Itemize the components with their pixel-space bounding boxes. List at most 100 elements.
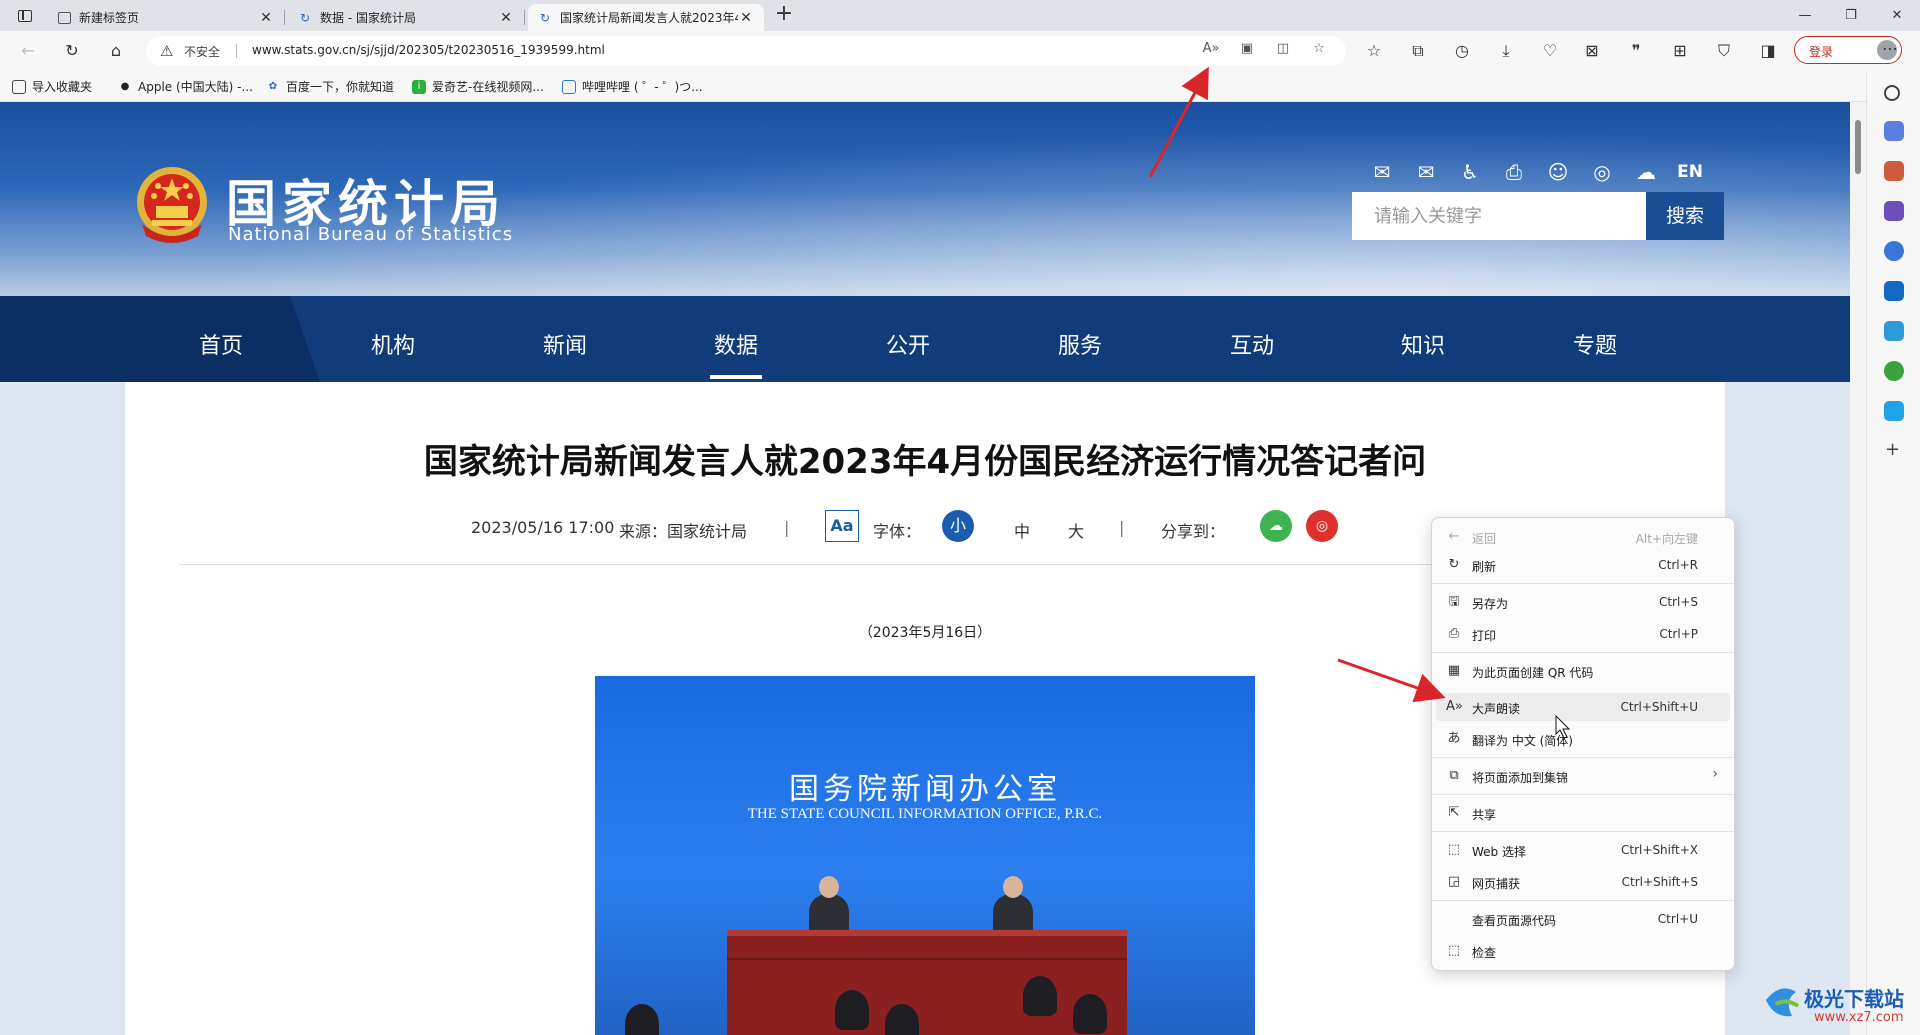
divider — [236, 44, 237, 58]
nav-item-news[interactable]: 新闻 — [515, 328, 615, 360]
shopping-icon[interactable] — [1884, 121, 1904, 141]
add-favorite-icon[interactable]: ☆ — [1308, 41, 1330, 61]
app-available-icon[interactable]: ▣ — [1236, 41, 1258, 61]
security-label[interactable]: 不安全 — [184, 43, 220, 60]
sidebar-toggle-icon[interactable]: ◨ — [1756, 39, 1780, 63]
restore-button[interactable]: ❐ — [1828, 0, 1874, 31]
menu-item-print[interactable]: ⎙ 打印 Ctrl+P — [1436, 620, 1730, 648]
menu-item-web-capture[interactable]: ◲ 网页捕获 Ctrl+Shift+S — [1436, 868, 1730, 896]
tab-new-tab[interactable]: 新建标签页 ✕ — [48, 4, 285, 31]
favorite-label: Apple (中国大陆) -... — [138, 80, 253, 94]
extensions-icon[interactable]: ⊞ — [1668, 39, 1692, 63]
page-scrollbar[interactable] — [1850, 102, 1866, 1035]
tools-icon[interactable] — [1884, 161, 1904, 181]
font-size-medium[interactable]: 中 — [1014, 518, 1030, 542]
login-label: 登录 — [1809, 45, 1834, 59]
minimize-button[interactable]: — — [1782, 0, 1828, 31]
favorite-apple[interactable]: ● Apple (中国大陆) -... — [118, 78, 253, 95]
nav-item-interact[interactable]: 互动 — [1202, 328, 1302, 360]
outlook-icon[interactable] — [1884, 281, 1904, 301]
site-search-input[interactable] — [1352, 192, 1646, 240]
menu-item-view-source[interactable]: 查看页面源代码 Ctrl+U — [1436, 905, 1730, 933]
scrollbar-thumb[interactable] — [1855, 120, 1861, 174]
read-aloud-icon[interactable]: A» — [1200, 41, 1222, 61]
office-icon[interactable] — [1884, 241, 1904, 261]
address-bar[interactable]: ⚠ 不安全 www.stats.gov.cn/sj/sjjd/202305/t2… — [146, 36, 1346, 66]
edge-sidebar: + — [1866, 71, 1920, 1035]
menu-item-add-to-collections[interactable]: ⧉ 将页面添加到集锦 › — [1436, 762, 1730, 790]
language-en-link[interactable]: EN — [1676, 162, 1704, 182]
favorite-bilibili[interactable]: 哔哩哔哩 ( ゜- ゜)つ... — [562, 78, 703, 95]
weibo-share-icon[interactable]: ◎ — [1306, 510, 1338, 542]
browser-essentials-icon[interactable]: ⛉ — [1712, 39, 1736, 63]
import-icon — [12, 79, 26, 94]
drop-icon[interactable] — [1884, 321, 1904, 341]
nav-item-org[interactable]: 机构 — [343, 328, 443, 360]
tab-data-stats[interactable]: ↻ 数据 - 国家统计局 ✕ — [288, 4, 525, 31]
nav-item-knowledge[interactable]: 知识 — [1373, 328, 1473, 360]
menu-item-qr-code[interactable]: ▦ 为此页面创建 QR 代码 — [1436, 657, 1730, 685]
menu-item-inspect[interactable]: ⬚ 检查 — [1436, 937, 1730, 965]
mail-icon[interactable]: ✉ — [1368, 160, 1396, 184]
downloads-icon[interactable]: ⤓ — [1494, 39, 1518, 63]
nav-item-public[interactable]: 公开 — [858, 328, 958, 360]
favorite-iqiyi[interactable]: i 爱奇艺-在线视频网... — [412, 78, 544, 95]
home-button[interactable]: ⌂ — [104, 39, 128, 63]
wechat-share-icon[interactable]: ☁ — [1260, 510, 1292, 542]
font-size-small[interactable]: 小 — [942, 510, 974, 542]
nav-item-data[interactable]: 数据 — [686, 328, 786, 360]
close-icon[interactable]: ✕ — [738, 10, 754, 26]
close-icon[interactable]: ✕ — [258, 10, 274, 26]
collections-icon[interactable]: ⧉ — [1406, 39, 1430, 63]
close-window-button[interactable]: ✕ — [1874, 0, 1920, 31]
games-icon[interactable] — [1884, 201, 1904, 221]
warning-icon[interactable]: ⚠ — [160, 42, 173, 60]
mail-send-icon[interactable]: ✉ — [1412, 160, 1440, 184]
tab-actions-icon[interactable] — [10, 6, 38, 26]
menu-item-back[interactable]: ← 返回 Alt+向左键 — [1436, 523, 1730, 551]
bilibili-sidebar-icon[interactable] — [1884, 401, 1904, 421]
tab-article[interactable]: ↻ 国家统计局新闻发言人就2023年4 ✕ — [528, 4, 764, 31]
favorites-icon[interactable]: ☆ — [1362, 39, 1386, 63]
national-emblem-icon[interactable] — [134, 164, 210, 244]
new-tab-button[interactable]: + — [772, 3, 796, 27]
menu-item-web-select[interactable]: ⬚ Web 选择 Ctrl+Shift+X — [1436, 836, 1730, 864]
math-solver-icon[interactable]: ⊠ — [1580, 39, 1604, 63]
inspect-icon: ⬚ — [1447, 943, 1461, 958]
robot-icon[interactable]: ☺ — [1544, 160, 1572, 184]
wechat-icon[interactable]: ☁ — [1632, 160, 1660, 184]
print-icon[interactable]: ⎙ — [1500, 160, 1528, 184]
qr-code-icon: ▦ — [1447, 663, 1461, 678]
quote-icon[interactable]: ❞ — [1624, 39, 1648, 63]
read-aloud-icon: A» — [1446, 699, 1463, 714]
more-icon[interactable]: ⋯ — [1882, 39, 1898, 58]
add-sidebar-app-icon[interactable]: + — [1885, 439, 1900, 460]
history-icon[interactable]: ◷ — [1450, 39, 1474, 63]
weibo-icon[interactable]: ◎ — [1588, 160, 1616, 184]
menu-item-label: 共享 — [1472, 808, 1497, 822]
nav-item-home[interactable]: 首页 — [171, 328, 271, 360]
nav-item-topics[interactable]: 专题 — [1545, 328, 1645, 360]
nav-item-service[interactable]: 服务 — [1030, 328, 1130, 360]
toolbar: ← ↻ ⌂ ⚠ 不安全 www.stats.gov.cn/sj/sjjd/202… — [0, 31, 1920, 71]
health-icon[interactable]: ♡ — [1538, 39, 1562, 63]
menu-item-share[interactable]: ⇱ 共享 — [1436, 799, 1730, 827]
menu-item-refresh[interactable]: ↻ 刷新 Ctrl+R — [1436, 551, 1730, 579]
font-icon[interactable]: Aa — [825, 510, 859, 542]
accessibility-icon[interactable]: ♿ — [1456, 160, 1484, 184]
search-icon[interactable] — [1884, 85, 1900, 101]
favorite-import[interactable]: 导入收藏夹 — [12, 78, 92, 95]
menu-item-label: 为此页面创建 QR 代码 — [1472, 666, 1594, 680]
url-text[interactable]: www.stats.gov.cn/sj/sjjd/202305/t2023051… — [252, 43, 605, 57]
split-screen-icon[interactable]: ◫ — [1272, 41, 1294, 61]
tree-icon[interactable] — [1884, 361, 1904, 381]
favorite-baidu[interactable]: ✿ 百度一下，你就知道 — [266, 78, 394, 95]
menu-item-save-as[interactable]: 🖫 另存为 Ctrl+S — [1436, 588, 1730, 616]
menu-item-read-aloud[interactable]: A» 大声朗读 Ctrl+Shift+U — [1436, 693, 1730, 721]
menu-item-translate[interactable]: あ 翻译为 中文 (简体) — [1436, 725, 1730, 753]
site-search-button[interactable]: 搜索 — [1646, 192, 1724, 240]
font-size-large[interactable]: 大 — [1068, 518, 1084, 542]
refresh-button[interactable]: ↻ — [60, 39, 84, 63]
close-icon[interactable]: ✕ — [498, 10, 514, 26]
back-button[interactable]: ← — [16, 39, 40, 63]
